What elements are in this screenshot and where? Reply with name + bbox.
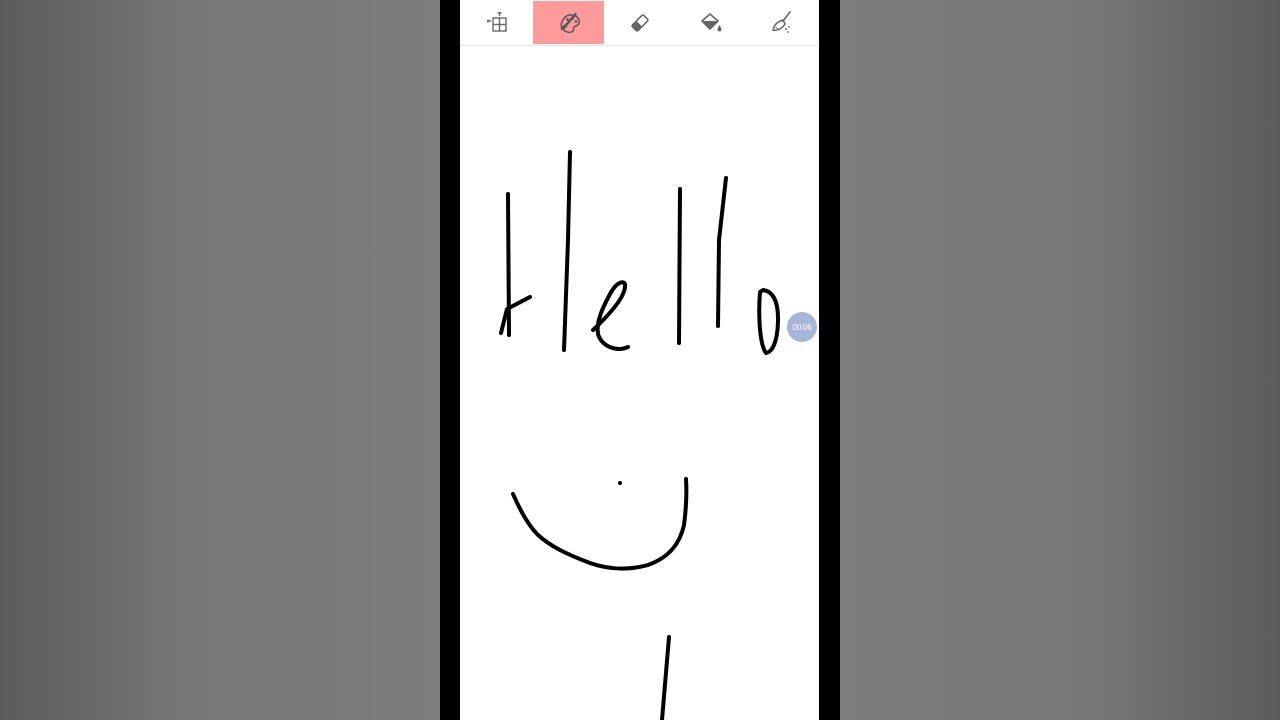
layout-grid-icon <box>486 11 507 32</box>
drawn-stroke <box>677 187 682 345</box>
drawn-stroke <box>499 295 532 335</box>
drawing-canvas[interactable] <box>460 46 819 720</box>
brush-tool-button[interactable] <box>533 1 604 44</box>
drawn-stroke <box>591 280 630 351</box>
clear-tool-button[interactable] <box>746 1 817 44</box>
drawn-stroke <box>660 635 671 720</box>
layout-tool-button[interactable] <box>463 1 534 44</box>
drawing-toolbar <box>460 0 819 46</box>
broom-icon <box>771 10 791 33</box>
recording-timer-bubble[interactable]: 00:06 <box>787 312 817 342</box>
paint-bucket-icon <box>700 12 721 31</box>
drawn-stroke <box>716 176 728 328</box>
drawn-stroke <box>506 192 511 337</box>
drawn-stroke <box>562 150 572 352</box>
phone-screen: 00:06 <box>460 0 819 720</box>
recording-timer-text: 00:06 <box>792 322 812 332</box>
drawn-stroke <box>757 288 780 355</box>
drawn-stroke <box>511 477 689 571</box>
drawn-dot <box>618 481 622 485</box>
fill-tool-button[interactable] <box>675 1 746 44</box>
freehand-drawing <box>499 150 780 720</box>
eraser-tool-button[interactable] <box>604 1 675 44</box>
screen: 00:06 <box>0 0 1280 720</box>
eraser-icon <box>630 13 649 32</box>
paint-brush-palette-icon <box>559 12 580 33</box>
